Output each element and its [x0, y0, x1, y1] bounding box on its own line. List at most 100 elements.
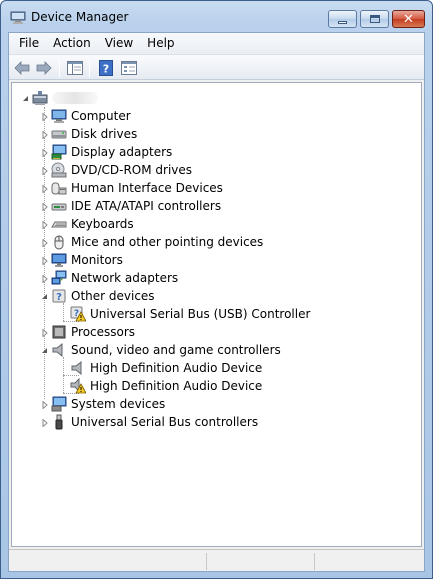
device-manager-icon — [10, 11, 26, 24]
mouse-icon — [54, 235, 64, 250]
expand-arrow-icon[interactable] — [40, 184, 49, 193]
forward-button[interactable] — [35, 59, 53, 77]
status-bar — [9, 549, 424, 571]
ide-controller-icon — [51, 203, 67, 211]
expand-arrow-icon[interactable] — [40, 148, 49, 157]
tree-root[interactable] — [12, 89, 423, 107]
tree-item-label: Sound, video and game controllers — [71, 343, 281, 357]
tree-item-dvd-cd-rom-drives[interactable]: DVD/CD-ROM drives — [12, 161, 423, 179]
expand-arrow-icon[interactable] — [40, 418, 49, 427]
tree-item-label: Computer — [71, 109, 131, 123]
menu-bar: File Action View Help — [9, 33, 424, 53]
tree-item-label: High Definition Audio Device — [90, 361, 263, 375]
tree-item-ide-ata-atapi-controllers[interactable]: IDE ATA/ATAPI controllers — [12, 197, 423, 215]
window-title: Device Manager — [31, 10, 129, 24]
maximize-icon — [369, 15, 380, 23]
menu-view[interactable]: View — [98, 33, 140, 53]
tree-item-label: Other devices — [71, 289, 155, 303]
collapse-arrow-icon[interactable] — [40, 292, 49, 301]
tree-item-display-adapters[interactable]: Display adapters — [12, 143, 423, 161]
tree-item-human-interface-devices[interactable]: Human Interface Devices — [12, 179, 423, 197]
expand-arrow-icon[interactable] — [40, 274, 49, 283]
tree-item-monitors[interactable]: Monitors — [12, 251, 423, 269]
minimize-button[interactable] — [328, 10, 357, 28]
tree-item-label: IDE ATA/ATAPI controllers — [71, 199, 222, 213]
tree-item-network-adapters[interactable]: Network adapters — [12, 269, 423, 287]
tree-item-label: DVD/CD-ROM drives — [71, 163, 193, 177]
tree-item-label: Human Interface Devices — [71, 181, 223, 195]
toolbar-separator — [89, 59, 90, 77]
svg-text:?: ? — [56, 292, 62, 303]
help-button[interactable]: ? — [97, 59, 115, 77]
dvd-drive-icon — [51, 162, 67, 178]
tree-item-usb-controllers[interactable]: Universal Serial Bus controllers — [12, 413, 423, 431]
tree-item-label: Monitors — [71, 253, 123, 267]
tree-item-other-devices[interactable]: ? Other devices — [12, 287, 423, 305]
tree-item-label: Universal Serial Bus (USB) Controller — [90, 307, 311, 321]
title-bar[interactable]: Device Manager ✕ — [1, 1, 432, 31]
expand-arrow-icon[interactable] — [40, 220, 49, 229]
audio-device-icon — [71, 360, 82, 376]
tree-item-label: System devices — [71, 397, 166, 411]
show-hide-console-tree-icon — [67, 61, 83, 75]
properties-button[interactable] — [120, 59, 138, 77]
toolbar: ? — [9, 54, 424, 80]
maximize-button[interactable] — [360, 10, 389, 28]
status-pane — [9, 553, 206, 570]
tree-item-label: Keyboards — [71, 217, 134, 231]
menu-file[interactable]: File — [9, 33, 46, 53]
close-button[interactable]: ✕ — [392, 10, 425, 28]
collapse-arrow-icon[interactable] — [21, 94, 30, 103]
system-devices-icon — [51, 396, 67, 412]
toolbar-separator — [59, 59, 60, 77]
audio-device-warning-icon — [70, 378, 86, 394]
tree-item-processors[interactable]: Processors — [12, 323, 423, 341]
tree-item-hd-audio-device-2[interactable]: High Definition Audio Device — [12, 377, 423, 395]
tree-item-system-devices[interactable]: System devices — [12, 395, 423, 413]
device-tree[interactable]: Computer Disk drives Display adapters DV… — [11, 82, 422, 547]
monitor-icon — [51, 253, 67, 267]
display-adapter-icon — [51, 144, 67, 160]
network-adapter-icon — [51, 270, 67, 285]
collapse-arrow-icon[interactable] — [40, 346, 49, 355]
menu-action[interactable]: Action — [46, 33, 98, 53]
other-devices-icon: ? — [52, 289, 66, 303]
tree-item-label: Mice and other pointing devices — [71, 235, 264, 249]
speaker-icon — [52, 342, 63, 358]
tree-item-keyboards[interactable]: Keyboards — [12, 215, 423, 233]
close-icon: ✕ — [403, 11, 414, 27]
tree-item-label: Display adapters — [71, 145, 173, 159]
status-pane — [314, 553, 422, 570]
tree-item-label: Processors — [71, 325, 136, 339]
expand-arrow-icon[interactable] — [40, 238, 49, 247]
expand-arrow-icon[interactable] — [40, 166, 49, 175]
tree-item-disk-drives[interactable]: Disk drives — [12, 125, 423, 143]
computer-name-label — [52, 92, 98, 104]
tree-item-usb-controller-unknown[interactable]: ? Universal Serial Bus (USB) Controller — [12, 305, 423, 323]
device-manager-window: Device Manager ✕ File Action View Help ?… — [0, 0, 433, 579]
disk-drive-icon — [51, 130, 67, 139]
tree-item-computer[interactable]: Computer — [12, 107, 423, 125]
help-icon: ? — [99, 60, 113, 76]
expand-arrow-icon[interactable] — [40, 400, 49, 409]
expand-arrow-icon[interactable] — [40, 328, 49, 337]
expand-arrow-icon[interactable] — [40, 112, 49, 121]
hid-icon — [51, 182, 67, 195]
back-button[interactable] — [13, 59, 31, 77]
tree-item-hd-audio-device-1[interactable]: High Definition Audio Device — [12, 359, 423, 377]
usb-icon — [55, 414, 63, 430]
client-area: File Action View Help ? Computer Disk dr… — [8, 32, 425, 572]
show-hide-tree-button[interactable] — [66, 59, 84, 77]
computer-icon — [51, 109, 67, 123]
processor-icon — [52, 325, 66, 339]
tree-item-label: Universal Serial Bus controllers — [71, 415, 259, 429]
expand-arrow-icon[interactable] — [40, 256, 49, 265]
back-arrow-icon — [14, 61, 30, 75]
status-pane — [206, 553, 314, 570]
tree-item-label: Disk drives — [71, 127, 138, 141]
tree-item-sound-video-game-controllers[interactable]: Sound, video and game controllers — [12, 341, 423, 359]
menu-help[interactable]: Help — [140, 33, 181, 53]
expand-arrow-icon[interactable] — [40, 202, 49, 211]
tree-item-mice[interactable]: Mice and other pointing devices — [12, 233, 423, 251]
expand-arrow-icon[interactable] — [40, 130, 49, 139]
